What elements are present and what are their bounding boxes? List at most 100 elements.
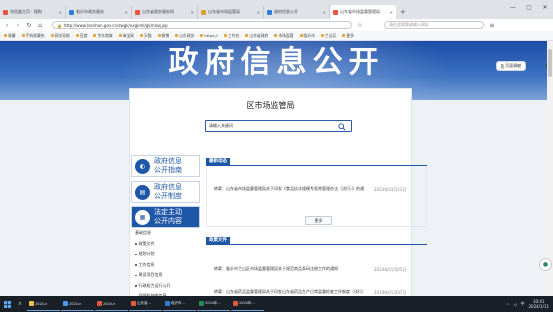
bookmark-label: 临沂市 (303, 32, 315, 38)
taskbar-app[interactable]: 2024-n (61, 297, 94, 311)
taskbar-app-label: 山东省… (137, 301, 151, 305)
bookmark-item[interactable]: 天猫 (139, 33, 152, 39)
back-icon[interactable]: ‹ (4, 22, 10, 29)
sub-nav-item[interactable]: 基础信息 (135, 228, 199, 239)
taskbar-app-label: 2024-n (35, 301, 48, 306)
window-close-icon[interactable]: ✕ (537, 0, 553, 14)
taskbar-app-label: 2024年… (205, 301, 221, 305)
volume-icon[interactable]: ◁ (513, 302, 516, 307)
star-icon[interactable]: ☆ (357, 22, 363, 29)
taskbar-app[interactable]: 山东省… (129, 297, 162, 311)
policy-date: 2024年01月05日 (374, 267, 407, 272)
bookmark-label: 兰山区 (324, 32, 337, 38)
menu-icon[interactable]: ≡ (489, 22, 495, 29)
browser-tab[interactable]: 政府信息公开 ✕ (264, 5, 330, 19)
sub-nav-item[interactable]: 政策文件 (135, 239, 199, 250)
taskbar-app[interactable]: 临沂市… (163, 297, 196, 311)
bookmark-icon (4, 34, 7, 37)
maximize-icon[interactable]: ▢ (521, 0, 537, 14)
tab-close-icon[interactable]: ✕ (125, 10, 128, 15)
bookmark-item[interactable]: 兰山区 (320, 32, 337, 39)
taskbar-app[interactable]: 2024-n (27, 297, 60, 311)
bookmark-item[interactable]: 网址导航 (50, 33, 70, 39)
bookmark-item[interactable]: 百度 (75, 33, 87, 39)
bookmark-icon (245, 34, 249, 37)
search-icon[interactable] (336, 121, 348, 133)
bookmark-item[interactable]: 京东商城 (93, 33, 113, 39)
tab-label: 山东省市场监管局 (208, 9, 240, 14)
news-section-header: 最新动态 (206, 158, 427, 166)
browser-search-placeholder: 请在此搜索或输入网址 (389, 22, 429, 27)
bookmark-item[interactable]: 山东省政府 (245, 33, 268, 39)
bookmark-label: 淘宝网 (122, 32, 134, 38)
taskbar-app[interactable]: 2024-n (95, 297, 128, 311)
bookmark-label: 手机收藏夹 (25, 32, 45, 38)
nav-guide[interactable]: ◐ 政府信息 公开指南 (131, 155, 200, 177)
policy-title[interactable]: 转载：临沂市兰山区市场监督管理局关于规范商品条码注册工作的通知 (214, 266, 364, 274)
scrollbar-thumb[interactable] (548, 49, 552, 77)
taskbar-app[interactable]: 2024年… (197, 297, 230, 311)
share-button[interactable]: ⎘ 页面捐献 (496, 61, 526, 71)
bookmark-item[interactable]: https:// (200, 33, 218, 38)
tab-favicon (135, 9, 140, 15)
sub-nav-item[interactable]: 建设项目信息 (135, 270, 199, 281)
bookmark-item[interactable]: 手机收藏夹 (21, 32, 45, 39)
bookmark-item[interactable]: 更多 (342, 33, 354, 39)
site-search-input[interactable]: 请输入关键词 (205, 120, 352, 132)
nav-system-line1: 政府信息 (154, 183, 182, 191)
tab-label: 政府信息公开 (274, 9, 298, 14)
browser-tab[interactable]: 浏览器主页 · 搜狗 ✕ (0, 5, 66, 19)
system-tray: ◠ ◁ 中 10:41 2024/1/11 (506, 296, 549, 312)
address-bar[interactable]: 🔒 http://www.lanshan.gov.cn/zwgk/xxgkml/… (52, 21, 352, 29)
browser-search-box[interactable]: 请在此搜索或输入网址 (384, 21, 484, 29)
nav-statutory[interactable]: ▦ 法定主动 公开内容 (131, 206, 200, 228)
sub-nav-list: 基础信息政策文件规划计划工作信息建设项目信息行政权力运行公开双随机抽查信息 (135, 228, 199, 302)
bookmark-icon (342, 34, 346, 37)
ime-indicator[interactable]: 中 (520, 301, 524, 307)
news-row[interactable]: 转载：山东省市场监督管理局关于印发《食品执法规模专家库管理办法（试行）》的通知 … (214, 186, 414, 194)
policy-row[interactable]: 转载：临沂市兰山区市场监督管理局关于规范商品条码注册工作的通知 2024年01月… (214, 266, 414, 274)
nav-system[interactable]: ▤ 政府信息 公开制度 (131, 181, 200, 203)
bookmark-icon (75, 34, 79, 37)
browser-tab[interactable]: 山东省政务服务网 ✕ (132, 5, 198, 19)
taskbar-app[interactable]: 2024年… (231, 297, 264, 311)
bookmark-item[interactable]: 山东政务 (175, 33, 194, 39)
browser-tab[interactable]: 山东省市场监督管理局 ✕ (330, 5, 396, 19)
bookmark-item[interactable]: 淘宝网 (118, 32, 134, 39)
assistant-icon[interactable]: ● (539, 258, 552, 271)
bookmark-icon (93, 34, 97, 37)
guide-icon: ◐ (135, 158, 150, 174)
bookmark-item[interactable]: 市场监管 (274, 33, 294, 39)
wifi-icon[interactable]: ◠ (506, 302, 510, 307)
home-icon[interactable]: ⌂ (37, 22, 43, 29)
tab-close-icon[interactable]: ✕ (257, 10, 260, 15)
forward-icon[interactable]: › (15, 22, 21, 29)
news-section-title: 最新动态 (206, 158, 230, 166)
news-title[interactable]: 转载：山东省市场监督管理局关于印发《食品执法规模专家库管理办法（试行）》的通知 (214, 186, 364, 194)
sub-nav-item[interactable]: 行政权力运行公开 (135, 281, 199, 292)
tab-close-icon[interactable]: ✕ (390, 10, 393, 15)
taskbar-app-label: 2024年… (239, 301, 255, 305)
more-button[interactable]: 更多 (305, 216, 332, 225)
bookmark-item[interactable]: 工作台 (223, 33, 239, 39)
new-tab-button[interactable]: + (400, 8, 406, 16)
bookmark-item[interactable]: 收藏 (4, 33, 16, 39)
refresh-icon[interactable]: ↻ (26, 22, 32, 29)
clock-date: 2024/1/11 (528, 304, 549, 309)
share-label: 页面捐献 (505, 63, 522, 68)
bookmark-label: 山东政务 (179, 32, 195, 38)
tab-close-icon[interactable]: ✕ (59, 10, 62, 15)
taskbar-search-icon[interactable]: ⌕ (14, 296, 26, 312)
windows-start-icon[interactable] (0, 296, 14, 312)
browser-tab[interactable]: 临沂市政务服务 ✕ (66, 5, 132, 19)
minimize-icon[interactable]: — (505, 0, 521, 14)
window-controls: — ▢ ✕ (505, 0, 553, 14)
tab-close-icon[interactable]: ✕ (323, 10, 326, 15)
bookmark-item[interactable]: 临沂市 (299, 32, 315, 39)
clock[interactable]: 10:41 2024/1/11 (528, 299, 549, 309)
browser-tab[interactable]: 山东省市场监管局 ✕ (198, 5, 264, 19)
sub-nav-item[interactable]: 规划计划 (135, 249, 199, 260)
sub-nav-item[interactable]: 工作信息 (135, 260, 199, 271)
tab-close-icon[interactable]: ✕ (191, 10, 194, 15)
bookmark-item[interactable]: 微博 (157, 33, 169, 39)
